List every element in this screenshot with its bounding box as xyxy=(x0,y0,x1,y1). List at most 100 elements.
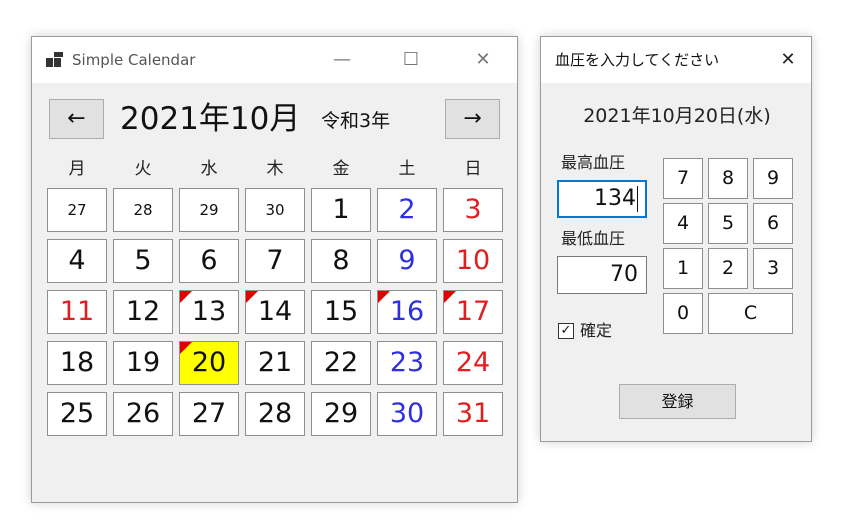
key-clear[interactable]: C xyxy=(708,293,793,334)
day-cell[interactable]: 12 xyxy=(113,290,173,334)
text-caret xyxy=(637,186,638,212)
arrow-right-icon: → xyxy=(463,106,482,131)
day-number: 28 xyxy=(133,201,153,219)
day-number: 10 xyxy=(455,245,491,276)
maximize-button[interactable]: ☐ xyxy=(388,37,434,83)
key-9[interactable]: 9 xyxy=(753,158,793,199)
key-5[interactable]: 5 xyxy=(708,203,748,244)
day-cell[interactable]: 30 xyxy=(245,188,305,232)
minimize-button[interactable]: — xyxy=(319,37,365,83)
day-cell[interactable]: 31 xyxy=(443,392,503,436)
day-cell[interactable]: 29 xyxy=(311,392,371,436)
day-number: 21 xyxy=(257,347,293,378)
next-month-button[interactable]: → xyxy=(445,99,500,139)
day-cell[interactable]: 17 xyxy=(443,290,503,334)
day-cell[interactable]: 23 xyxy=(377,341,437,385)
close-button[interactable]: ✕ xyxy=(460,37,506,83)
day-number: 24 xyxy=(455,347,491,378)
record-marker-icon xyxy=(378,291,390,303)
day-cell[interactable]: 24 xyxy=(443,341,503,385)
day-cell[interactable]: 5 xyxy=(113,239,173,283)
day-cell[interactable]: 2 xyxy=(377,188,437,232)
prev-month-button[interactable]: ← xyxy=(49,99,104,139)
diastolic-input[interactable]: 70 xyxy=(557,256,647,294)
day-cell[interactable]: 3 xyxy=(443,188,503,232)
confirm-checkbox[interactable]: ✓ xyxy=(558,323,574,339)
day-number: 8 xyxy=(332,245,350,276)
day-cell[interactable]: 22 xyxy=(311,341,371,385)
day-number: 19 xyxy=(125,347,161,378)
day-cell[interactable]: 28 xyxy=(245,392,305,436)
day-number: 25 xyxy=(59,398,95,429)
day-number: 15 xyxy=(323,296,359,327)
day-number: 12 xyxy=(125,296,161,327)
dialog-title: 血圧を入力してください xyxy=(555,51,720,69)
day-cell[interactable]: 27 xyxy=(179,392,239,436)
record-marker-icon xyxy=(180,342,192,354)
day-cell[interactable]: 13 xyxy=(179,290,239,334)
app-icon xyxy=(46,52,64,68)
diastolic-value: 70 xyxy=(610,262,638,287)
day-cell[interactable]: 26 xyxy=(113,392,173,436)
record-marker-icon xyxy=(444,291,456,303)
day-cell[interactable]: 18 xyxy=(47,341,107,385)
day-number: 13 xyxy=(191,296,227,327)
day-cell[interactable]: 25 xyxy=(47,392,107,436)
day-cell[interactable]: 8 xyxy=(311,239,371,283)
confirm-label[interactable]: 確定 xyxy=(580,319,612,343)
day-cell[interactable]: 7 xyxy=(245,239,305,283)
day-number: 5 xyxy=(134,245,152,276)
day-cell[interactable]: 4 xyxy=(47,239,107,283)
day-cell[interactable]: 29 xyxy=(179,188,239,232)
day-cell[interactable]: 15 xyxy=(311,290,371,334)
day-cell[interactable]: 1 xyxy=(311,188,371,232)
day-number: 7 xyxy=(266,245,284,276)
day-number: 23 xyxy=(389,347,425,378)
key-4[interactable]: 4 xyxy=(663,203,703,244)
weekday-label: 金 xyxy=(332,159,350,179)
systolic-input[interactable]: 134 xyxy=(557,180,647,218)
close-button[interactable]: ✕ xyxy=(765,37,811,83)
day-number: 29 xyxy=(199,201,219,219)
day-cell[interactable]: 27 xyxy=(47,188,107,232)
day-number: 30 xyxy=(389,398,425,429)
day-number: 2 xyxy=(398,194,416,225)
day-number: 4 xyxy=(68,245,86,276)
window-title: Simple Calendar xyxy=(72,51,196,69)
day-cell[interactable]: 16 xyxy=(377,290,437,334)
key-1[interactable]: 1 xyxy=(663,248,703,289)
day-cell[interactable]: 10 xyxy=(443,239,503,283)
day-cell[interactable]: 14 xyxy=(245,290,305,334)
day-number: 27 xyxy=(191,398,227,429)
day-cell[interactable]: 30 xyxy=(377,392,437,436)
weekday-label: 月 xyxy=(68,159,86,179)
key-8[interactable]: 8 xyxy=(708,158,748,199)
day-cell[interactable]: 28 xyxy=(113,188,173,232)
weekday-label: 土 xyxy=(398,159,416,179)
key-7[interactable]: 7 xyxy=(663,158,703,199)
day-cell[interactable]: 19 xyxy=(113,341,173,385)
selected-date-heading: 2021年10月20日(水) xyxy=(583,105,771,127)
day-cell[interactable]: 6 xyxy=(179,239,239,283)
key-3[interactable]: 3 xyxy=(753,248,793,289)
month-title: 2021年10月 xyxy=(120,101,301,137)
day-number: 9 xyxy=(398,245,416,276)
weekday-label: 火 xyxy=(134,159,152,179)
day-cell[interactable]: 11 xyxy=(47,290,107,334)
day-number: 29 xyxy=(323,398,359,429)
day-cell-today[interactable]: 20 xyxy=(179,341,239,385)
key-6[interactable]: 6 xyxy=(753,203,793,244)
register-button[interactable]: 登録 xyxy=(619,384,736,419)
day-cell[interactable]: 9 xyxy=(377,239,437,283)
day-number: 20 xyxy=(191,347,227,378)
day-number: 6 xyxy=(200,245,218,276)
bp-titlebar: 血圧を入力してください ✕ xyxy=(541,37,811,83)
day-cell[interactable]: 21 xyxy=(245,341,305,385)
day-number: 3 xyxy=(464,194,482,225)
key-0[interactable]: 0 xyxy=(663,293,703,334)
calendar-window: Simple Calendar — ☐ ✕ ← 2021年10月 令和3年 → … xyxy=(31,36,518,503)
day-number: 1 xyxy=(332,194,350,225)
day-number: 27 xyxy=(67,201,87,219)
key-2[interactable]: 2 xyxy=(708,248,748,289)
record-marker-icon xyxy=(180,291,192,303)
